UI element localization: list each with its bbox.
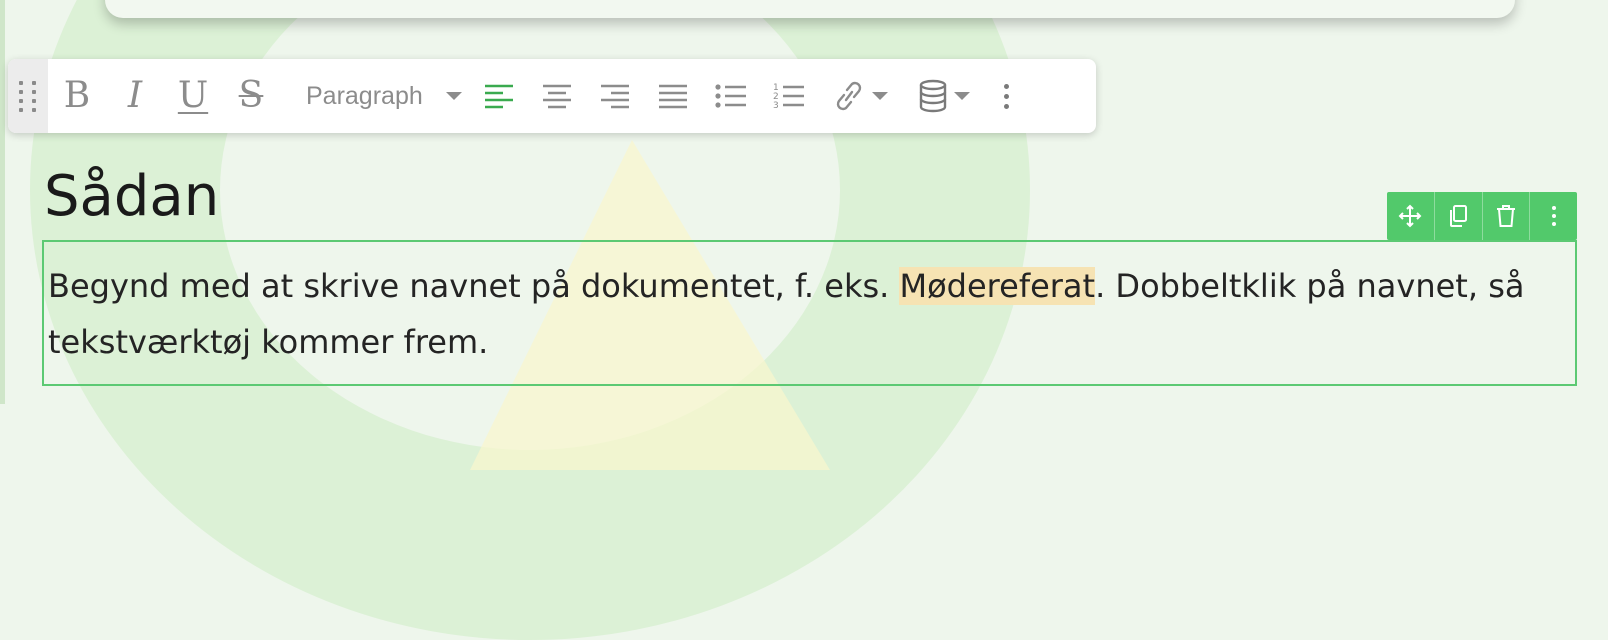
paragraph-text: Begynd med at skrive navnet på dokumente… xyxy=(48,267,900,305)
top-panel xyxy=(105,0,1515,18)
align-left-button[interactable] xyxy=(470,59,528,133)
block-actions-bar xyxy=(1387,192,1577,240)
align-left-icon xyxy=(485,84,513,109)
text-toolbar: B I U S Paragraph 123 xyxy=(8,59,1096,133)
data-field-button[interactable] xyxy=(902,59,986,133)
chevron-down-icon xyxy=(872,92,888,100)
page-title: Sådan xyxy=(44,164,220,229)
align-justify-button[interactable] xyxy=(644,59,702,133)
delete-block-button[interactable] xyxy=(1483,192,1531,240)
highlighted-text: Mødereferat xyxy=(899,267,1096,305)
move-icon xyxy=(1398,204,1422,228)
italic-icon: I xyxy=(127,75,143,116)
paragraph-style-dropdown[interactable]: Paragraph xyxy=(280,59,470,133)
more-vertical-icon xyxy=(1003,83,1009,109)
move-block-button[interactable] xyxy=(1387,192,1435,240)
bullet-list-button[interactable] xyxy=(702,59,760,133)
page-left-edge xyxy=(0,0,5,404)
strikethrough-icon: S xyxy=(238,75,264,116)
strikethrough-button[interactable]: S xyxy=(222,59,280,133)
chevron-down-icon xyxy=(446,92,462,100)
drag-handle-icon[interactable] xyxy=(8,59,48,133)
database-icon xyxy=(919,79,947,113)
svg-text:3: 3 xyxy=(773,101,779,111)
duplicate-block-button[interactable] xyxy=(1435,192,1483,240)
text-block[interactable]: Begynd med at skrive navnet på dokumente… xyxy=(42,240,1577,386)
align-right-button[interactable] xyxy=(586,59,644,133)
underline-icon: U xyxy=(177,75,209,116)
bold-button[interactable]: B xyxy=(48,59,106,133)
more-vertical-icon xyxy=(1551,206,1556,226)
bullet-list-icon xyxy=(715,84,746,108)
bold-icon: B xyxy=(63,75,91,116)
more-options-button[interactable] xyxy=(986,59,1026,133)
align-right-icon xyxy=(601,84,629,109)
align-justify-icon xyxy=(659,84,687,109)
numbered-list-button[interactable]: 123 xyxy=(760,59,818,133)
link-icon xyxy=(836,81,862,111)
link-button[interactable] xyxy=(818,59,902,133)
paragraph-style-label: Paragraph xyxy=(306,81,423,110)
chevron-down-icon xyxy=(954,92,970,100)
italic-button[interactable]: I xyxy=(106,59,164,133)
trash-icon xyxy=(1496,205,1515,227)
numbered-list-icon: 123 xyxy=(773,83,804,111)
copy-icon xyxy=(1450,205,1468,227)
align-center-icon xyxy=(543,84,571,109)
block-more-button[interactable] xyxy=(1530,192,1577,240)
align-center-button[interactable] xyxy=(528,59,586,133)
underline-button[interactable]: U xyxy=(164,59,222,133)
